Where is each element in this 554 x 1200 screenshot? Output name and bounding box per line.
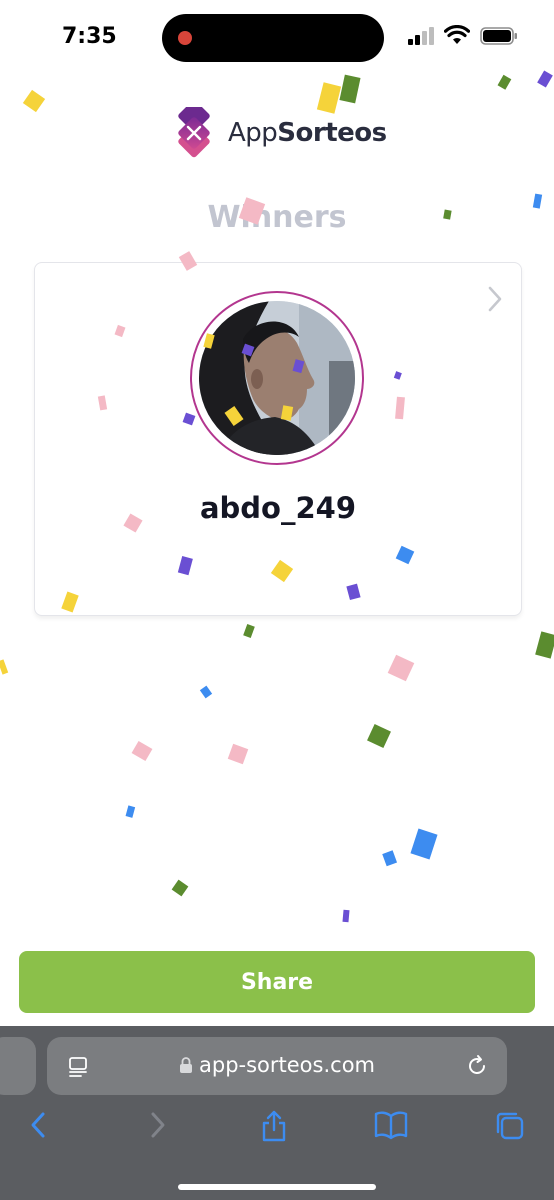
app-logo[interactable]: AppSorteos bbox=[168, 106, 387, 160]
share-sheet-icon[interactable] bbox=[260, 1110, 288, 1142]
winner-username: abdo_249 bbox=[199, 491, 357, 525]
profile-photo bbox=[199, 301, 355, 455]
logo-wordmark: AppSorteos bbox=[228, 118, 387, 148]
battery-icon bbox=[480, 27, 517, 45]
cellular-signal-icon bbox=[408, 27, 434, 45]
logo-text-sorteos: Sorteos bbox=[277, 118, 387, 148]
lock-icon bbox=[180, 1057, 192, 1073]
winner-card[interactable]: abdo_249 bbox=[34, 262, 522, 616]
back-arrow-icon[interactable] bbox=[28, 1110, 48, 1140]
previous-tab-peek[interactable] bbox=[0, 1037, 36, 1095]
winner-avatar[interactable] bbox=[199, 301, 355, 455]
page-title: Winners bbox=[207, 200, 347, 235]
wifi-icon bbox=[444, 25, 470, 44]
logo-text-app: App bbox=[228, 118, 278, 148]
reader-mode-icon[interactable] bbox=[67, 1056, 91, 1080]
bookmarks-icon[interactable] bbox=[374, 1110, 408, 1140]
reload-icon[interactable] bbox=[465, 1054, 489, 1078]
appsorteos-logo-icon bbox=[178, 107, 210, 158]
tabs-icon[interactable] bbox=[494, 1110, 526, 1142]
browser-toolbar: app-sorteos.com bbox=[0, 1026, 554, 1200]
address-bar[interactable]: app-sorteos.com bbox=[47, 1037, 507, 1095]
forward-arrow-icon[interactable] bbox=[148, 1110, 168, 1140]
home-indicator[interactable] bbox=[178, 1184, 376, 1190]
chevron-right-icon[interactable] bbox=[487, 285, 503, 313]
status-time: 7:35 bbox=[62, 24, 117, 49]
url-text: app-sorteos.com bbox=[199, 1053, 375, 1077]
recording-indicator bbox=[178, 31, 192, 45]
share-button[interactable]: Share bbox=[19, 951, 535, 1013]
dynamic-island bbox=[162, 14, 384, 62]
status-bar: 7:35 bbox=[0, 0, 554, 76]
